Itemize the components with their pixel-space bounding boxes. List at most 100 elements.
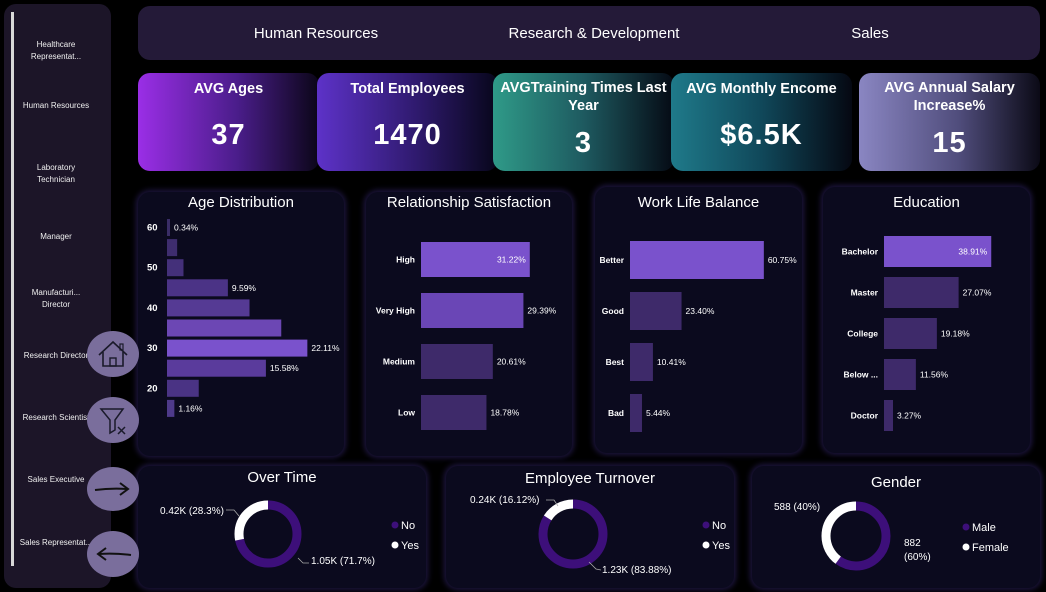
education-chart: Education Bachelor 38.91% Master 27.07% Coll… [823,187,1030,453]
kpi-avg-monthly-income: AVG Monthly Encome $6.5K [671,73,852,171]
slicer-item-research-director[interactable]: Research Director [18,350,94,362]
bar [884,277,959,308]
employee-turnover-chart: Employee Turnover No Yes 0.24K (16.12%) 1.2… [446,466,734,588]
tab-human-resources[interactable]: Human Resources [230,6,402,60]
bar-data-label: 0.34% [174,223,199,233]
bar [884,400,894,431]
legend-marker [702,521,710,529]
age-bar [167,339,308,357]
kpi-value: $6.5K [720,119,803,151]
age-bar [167,219,170,236]
axis-tick-label: 60 [147,223,158,234]
legend-marker [702,541,710,549]
legend-marker [391,541,399,549]
next-page-button[interactable] [87,467,139,511]
clear-filters-button[interactable] [87,397,139,443]
donut-data-label: 0.42K (28.3%) [160,506,224,517]
bar [884,318,937,349]
donut-data-label: 588 (40%) [774,502,820,513]
age-bar [167,259,184,277]
donut-data-label: (60%) [904,552,931,563]
slicer-item-manager[interactable]: Manager [18,231,94,243]
kpi-avg-training-times: AVGTraining Times Last Year 3 [493,73,674,171]
slicer-item-manufacturing-director[interactable]: Manufacturi... Director [18,287,94,311]
bar-data-label: 27.07% [963,288,992,298]
bar-data-label: 15.58% [270,363,299,373]
previous-page-button[interactable] [87,531,139,577]
bar-data-label: 1.16% [178,403,203,413]
bar [630,394,642,432]
slicer-item-healthcare-representative[interactable]: Healthcare Representat... [18,39,94,63]
category-label: Bad [608,408,624,418]
kpi-value: 3 [574,127,593,159]
age-bar [167,319,282,337]
legend-label: No [712,520,726,532]
home-icon [98,340,128,367]
axis-tick-label: 20 [147,383,158,394]
relationship-satisfaction-plot: High 31.22% Very High 29.39% Medium 20.61% Low… [376,242,557,430]
category-label: Below ... [844,370,878,380]
home-button[interactable] [87,331,139,377]
work-life-balance-chart: Work Life Balance Better 60.75% Good 23.40%… [595,187,802,453]
kpi-avg-annual-salary-increase: AVG Annual Salary Increase% 15 [859,73,1040,171]
clear-filter-icon [99,408,126,435]
bar [421,344,493,379]
bar-data-label: 11.56% [920,370,949,380]
back-arrow-icon [96,547,132,561]
bar [630,343,653,381]
legend-label: No [401,520,415,532]
bar-data-label: 29.39% [527,306,556,316]
legend-label: Yes [401,540,419,552]
bar-data-label: 31.22% [497,255,526,265]
category-label: Medium [383,357,416,367]
slicer-item-sales-representative[interactable]: Sales Representat... [18,537,94,549]
donut-ring [821,501,891,571]
kpi-value: 1470 [373,119,442,151]
category-label: Bachelor [842,247,879,257]
axis-tick-label: 40 [147,303,158,314]
tab-research-development[interactable]: Research & Development [494,6,694,60]
work-life-balance-plot: Better 60.75% Good 23.40% Best 10.41% Bad 5.44% [599,241,797,432]
kpi-title: AVG Monthly Encome [686,81,837,97]
bar [884,359,916,390]
bar [421,395,487,430]
axis-tick-label: 50 [147,263,158,274]
slicer-item-human-resources[interactable]: Human Resources [18,100,94,112]
category-label: High [396,255,415,265]
bar-data-label: 9.59% [232,283,257,293]
age-distribution-plot: 0.34% 9.59% 22.11% 15.58% 1.16% 60 50 40 30 20 [147,219,340,417]
age-bar [167,379,199,397]
slicer-item-research-scientist[interactable]: Research Scientist [18,412,94,424]
education-plot: Bachelor 38.91% Master 27.07% College 19.18% B… [842,236,992,431]
leader-line [226,509,240,517]
donut-data-label: 1.05K (71.7%) [311,556,375,567]
category-label: College [847,329,878,339]
kpi-title: AVG Annual Salary Increase% [884,80,1015,114]
kpi-total-employees: Total Employees 1470 [317,73,498,171]
bar-data-label: 19.18% [941,329,970,339]
kpi-avg-ages: AVG Ages 37 [138,73,319,171]
bar-data-label: 3.27% [897,411,922,421]
category-label: Very High [376,306,415,316]
slicer-item-sales-executive[interactable]: Sales Executive [18,474,94,486]
bar-data-label: 38.91% [958,247,987,257]
bar-data-label: 60.75% [768,255,797,265]
category-label: Low [398,408,415,418]
bar-data-label: 5.44% [646,408,671,418]
age-bar [167,299,250,317]
donut-data-label: 0.24K (16.12%) [470,495,540,506]
slicer-scrollbar[interactable] [11,12,14,566]
bar [630,292,682,330]
bar-data-label: 10.41% [657,357,686,367]
bar-data-label: 22.11% [311,343,340,353]
category-label: Good [602,306,624,316]
legend-label: Yes [712,540,730,552]
tab-sales[interactable]: Sales [828,6,912,60]
slicer-item-laboratory-technician[interactable]: Laboratory Technician [18,162,94,186]
forward-arrow-icon [94,482,130,496]
age-bar [167,279,228,297]
legend-marker [962,523,970,531]
donut-data-label: 882 [904,538,921,549]
donut-ring [234,500,302,568]
bar-data-label: 23.40% [686,306,715,316]
